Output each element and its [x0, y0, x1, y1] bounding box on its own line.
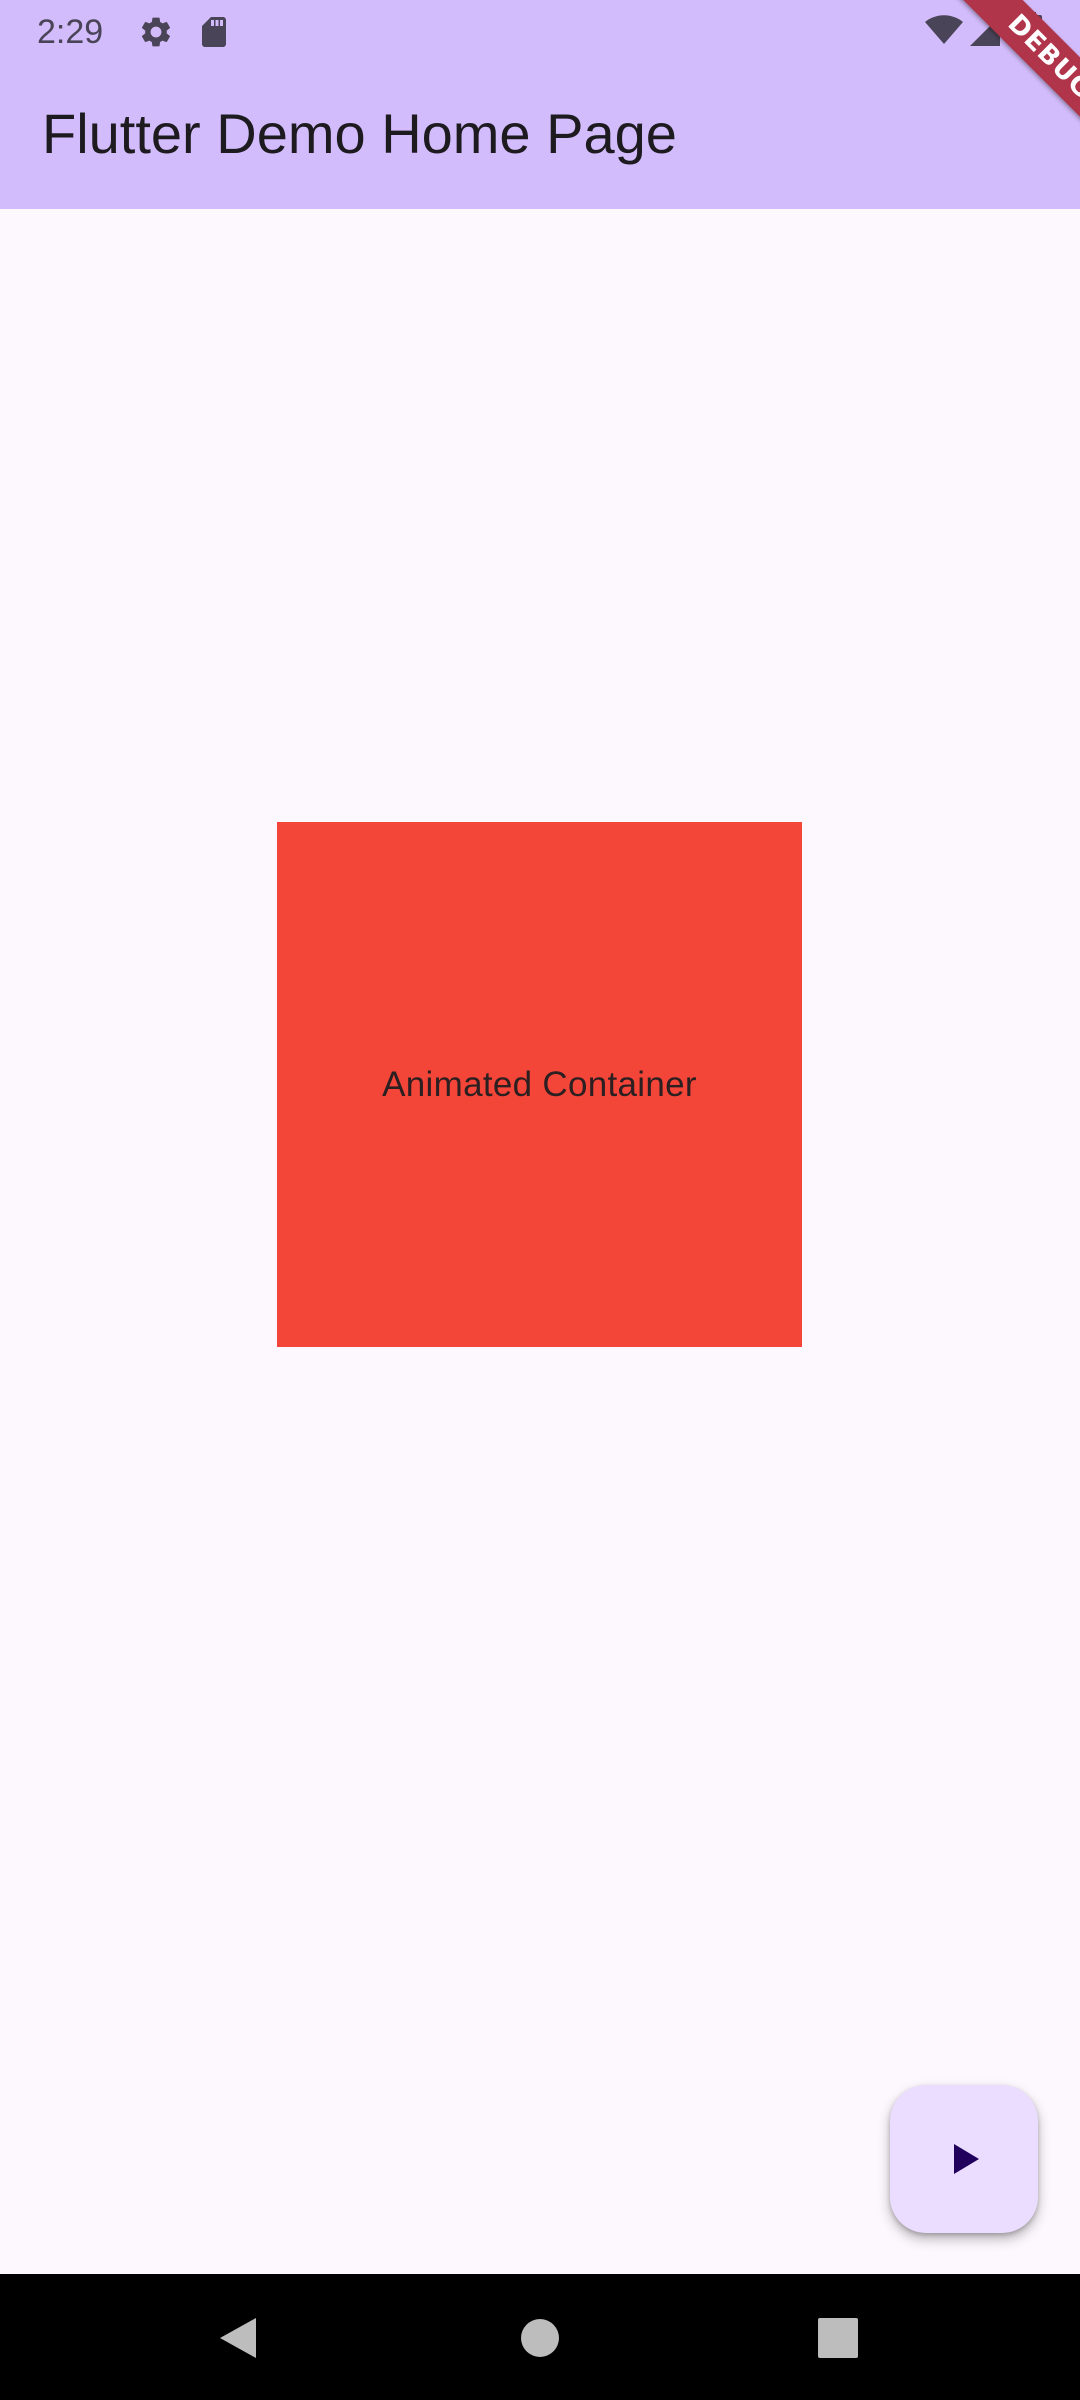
animated-container: Animated Container [277, 822, 802, 1347]
wifi-icon [925, 15, 963, 44]
home-icon[interactable] [516, 2314, 564, 2362]
page-title: Flutter Demo Home Page [42, 102, 677, 165]
animated-container-label: Animated Container [382, 1064, 697, 1104]
play-button[interactable] [890, 2085, 1038, 2233]
status-time: 2:29 [37, 13, 104, 51]
play-icon [954, 2144, 979, 2174]
recents-icon[interactable] [814, 2314, 862, 2362]
status-bar: 2:29 [0, 0, 1080, 64]
navigation-bar [0, 2274, 1080, 2400]
sd-card-icon [202, 17, 226, 47]
gear-icon [141, 17, 171, 47]
app-bar: Flutter Demo Home Page [0, 64, 1080, 209]
back-icon[interactable] [214, 2314, 262, 2362]
